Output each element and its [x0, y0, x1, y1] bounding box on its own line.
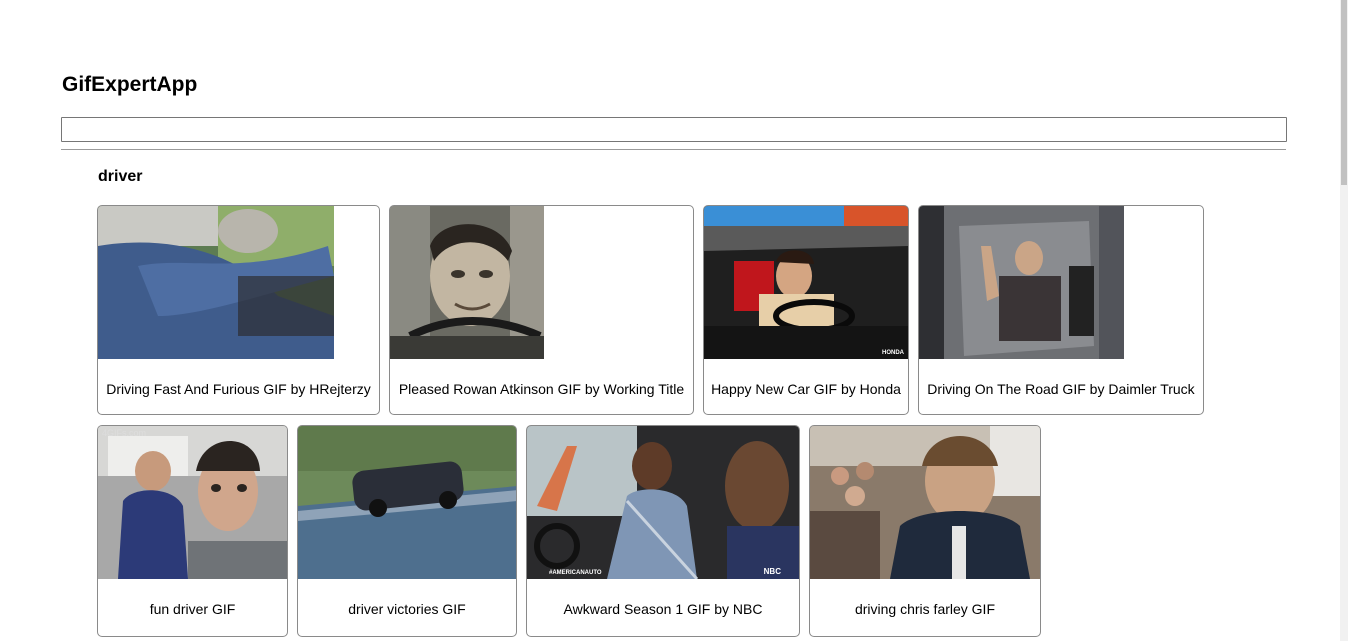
gif-card[interactable]: HONDA Happy New Car GIF by Honda	[703, 205, 909, 415]
gif-card[interactable]: driving chris farley GIF	[809, 425, 1041, 637]
gif-title: Awkward Season 1 GIF by NBC	[563, 601, 763, 617]
gif-card[interactable]: 4GIFs.com fun driver GIF	[97, 425, 288, 637]
gif-image: HONDA	[704, 206, 908, 359]
gif-title: Driving On The Road GIF by Daimler Truck	[927, 381, 1195, 397]
gif-card[interactable]: #AMERICANAUTO NBC Awkward Season 1 GIF b…	[526, 425, 800, 637]
gif-title: Pleased Rowan Atkinson GIF by Working Ti…	[398, 381, 685, 397]
honda-watermark: HONDA	[882, 350, 904, 356]
scrollbar-thumb[interactable]	[1341, 0, 1347, 185]
gif-image	[919, 206, 1124, 359]
gif-image	[98, 206, 334, 359]
gif-card[interactable]: Driving On The Road GIF by Daimler Truck	[918, 205, 1204, 415]
page-scrollbar[interactable]	[1340, 0, 1348, 641]
gif-image: #AMERICANAUTO NBC	[527, 426, 799, 579]
watermark: 4GIFs.com	[102, 428, 147, 438]
gif-title: Happy New Car GIF by Honda	[711, 381, 901, 397]
search-input[interactable]	[61, 117, 1287, 142]
gif-title: driver victories GIF	[348, 601, 466, 617]
gif-card[interactable]: Pleased Rowan Atkinson GIF by Working Ti…	[389, 205, 694, 415]
gif-card[interactable]: Driving Fast And Furious GIF by HRejterz…	[97, 205, 380, 415]
watermark-left: #AMERICANAUTO	[549, 570, 602, 576]
watermark-right: NBC	[763, 567, 781, 576]
gif-image	[298, 426, 516, 579]
app-title: GifExpertApp	[62, 73, 198, 96]
gif-title: fun driver GIF	[149, 601, 236, 617]
gif-title: driving chris farley GIF	[854, 601, 996, 617]
gif-image	[390, 206, 544, 359]
gif-card[interactable]: driver victories GIF	[297, 425, 517, 637]
category-title: driver	[98, 168, 143, 185]
divider	[61, 149, 1286, 150]
gif-image: 4GIFs.com	[98, 426, 287, 579]
gif-title: Driving Fast And Furious GIF by HRejterz…	[106, 381, 371, 397]
gif-image	[810, 426, 1040, 579]
gif-expert-app: GifExpertApp driver Driving Fast And Fur…	[0, 0, 1348, 641]
